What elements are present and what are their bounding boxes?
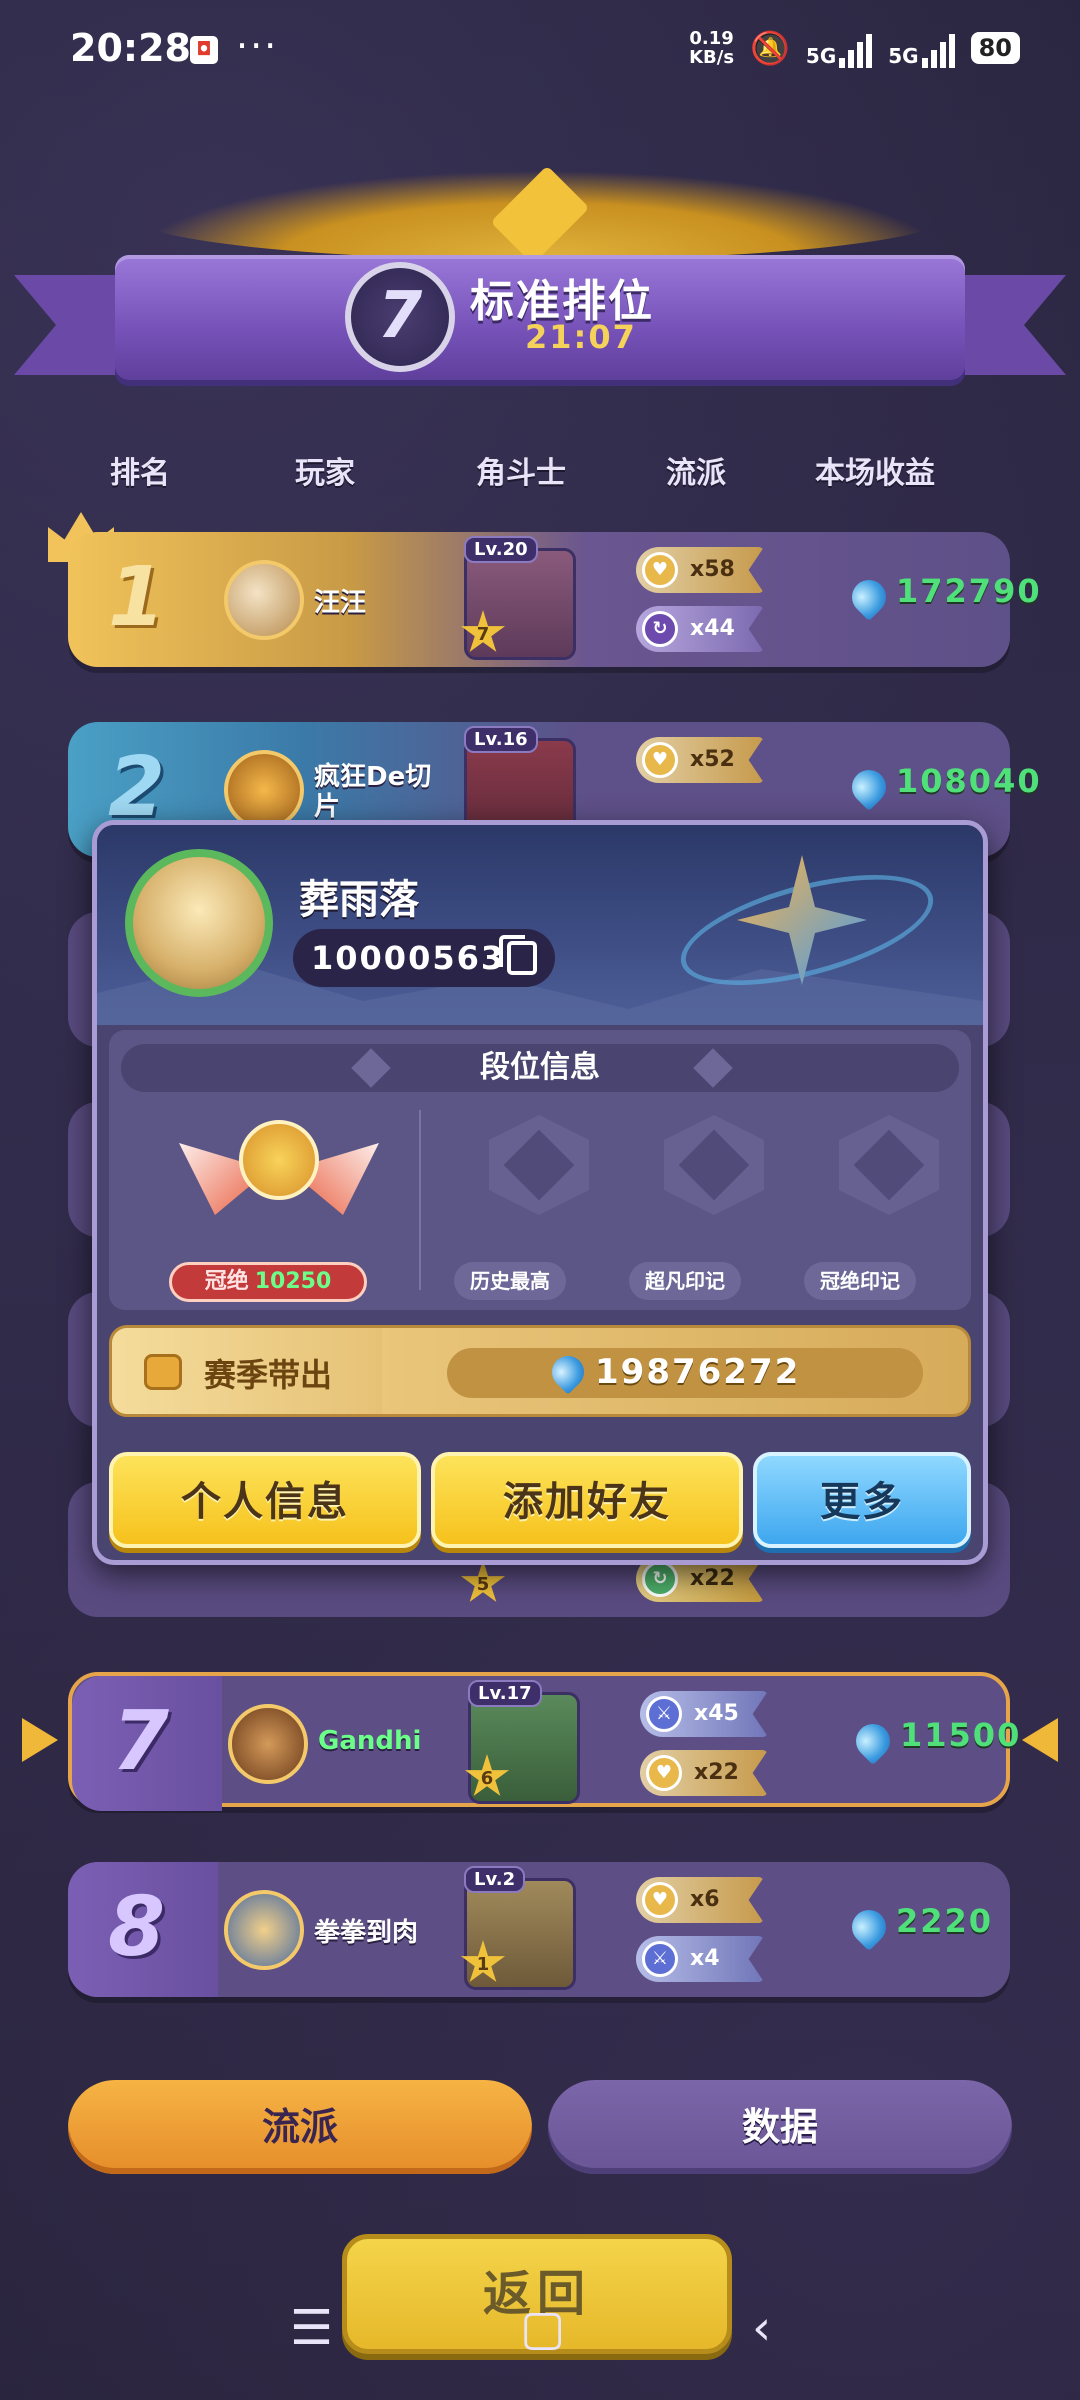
style-tag-gold[interactable]: ♥ x52 [636,737,764,783]
style-tag-blue[interactable]: ⚔ x45 [640,1691,768,1737]
popup-avatar [125,849,273,997]
status-bar: 20:28 ◘ ··· 0.19 KB/s 🔕 5G 5G 80 [0,0,1080,100]
blue-sword-icon: ⚔ [646,1696,682,1732]
gold-coin-icon: ♥ [642,742,678,778]
tab-style[interactable]: 流派 [68,2080,532,2174]
home-icon[interactable]: ▢ [520,2300,565,2356]
more-button[interactable]: 更多 [753,1452,971,1548]
player-avatar[interactable] [228,1704,308,1784]
gladiator-level: Lv.16 [464,726,538,753]
style-tag-purple[interactable]: ↻ x44 [636,606,764,652]
player-avatar[interactable] [224,560,304,640]
mute-icon: 🔕 [750,29,790,67]
back-nav-icon[interactable]: ‹ [752,2300,771,2356]
profile-button[interactable]: 个人信息 [109,1452,421,1548]
gem-icon [844,762,894,812]
popup-player-id: 10000563 [293,929,555,987]
rank-emblem-icon [179,1105,379,1245]
more-notifications-icon: ··· [236,24,279,68]
player-avatar[interactable] [224,1890,304,1970]
blue-sword-icon: ⚔ [642,1941,678,1977]
match-timer: 21:07 [525,318,637,356]
style-tag-gold[interactable]: ♥ x58 [636,547,764,593]
gem-icon [848,1716,898,1766]
player-name: Gandhi [318,1726,422,1756]
col-rank: 排名 [110,456,170,491]
player-name: 疯狂De切片 [314,762,432,822]
add-friend-button[interactable]: 添加好友 [431,1452,743,1548]
rank-number: 1 [108,550,166,645]
history-best-label: 历史最高 [454,1262,566,1300]
season-label: 赛季带出 [204,1356,333,1394]
income-value: 11500 [900,1716,1022,1754]
gem-icon [545,1349,591,1395]
gold-coin-icon: ♥ [642,1882,678,1918]
ranking-row-1[interactable]: 1 汪汪 Lv.20 7 ♥ x58 ↻ x44 172790 [68,532,1040,667]
divider [419,1110,421,1290]
system-nav-bar: ☰ ▢ ‹ [0,2300,1080,2380]
rank-info-title: 段位信息 [121,1044,959,1092]
gold-coin-icon: ♥ [646,1755,682,1791]
net-speed: 0.19 KB/s [689,28,735,68]
extra-mark-emblem-icon [649,1105,779,1245]
signal-2-icon: 5G [888,28,955,68]
style-tag-gold[interactable]: ♥ x6 [636,1877,764,1923]
rank-number: 8 [108,1880,166,1975]
peak-mark-label: 冠绝印记 [804,1262,916,1300]
popup-header: 葬雨落 10000563 [97,825,983,1025]
app-notification-icon: ◘ [190,36,218,64]
income-value: 172790 [896,572,1042,610]
history-best-emblem-icon [474,1105,604,1245]
signal-1-icon: 5G [806,28,873,68]
player-name: 拳拳到肉 [314,1918,419,1948]
player-info-popup: 葬雨落 10000563 段位信息 冠绝 10250 历史最高 超凡印记 冠绝印记… [92,820,988,1565]
round-badge: 7 [345,262,455,372]
gold-coin-icon: ♥ [642,552,678,588]
season-value: 19876272 [595,1352,801,1392]
current-rank-badge: 冠绝 10250 [169,1262,367,1302]
extra-mark-label: 超凡印记 [629,1262,741,1300]
style-tag-gold[interactable]: ♥ x22 [640,1750,768,1796]
status-icons: 0.19 KB/s 🔕 5G 5G 80 [689,28,1020,68]
column-headers: 排名 玩家 角斗士 流派 本场收益 [0,448,1080,492]
rank-info-panel: 段位信息 冠绝 10250 历史最高 超凡印记 冠绝印记 [109,1030,971,1310]
income-value: 2220 [896,1902,994,1940]
gladiator-level: Lv.2 [464,1866,526,1893]
style-tag-blue[interactable]: ⚔ x4 [636,1936,764,1982]
ranking-row-8[interactable]: 8 拳拳到肉 Lv.2 1 ♥ x6 ⚔ x4 2220 [68,1862,1010,1997]
player-avatar[interactable] [224,750,304,830]
battery-icon: 80 [970,32,1020,64]
ranking-row-7[interactable]: 7 Gandhi Lv.17 6 ⚔ x45 ♥ x22 11500 [68,1672,1019,1811]
income-value: 108040 [896,762,1042,800]
menu-icon[interactable]: ☰ [290,2300,333,2356]
rank-number: 7 [112,1694,170,1789]
popup-player-name: 葬雨落 [299,877,419,923]
col-income: 本场收益 [815,456,935,491]
tab-data[interactable]: 数据 [548,2080,1012,2174]
green-swirl-icon: ↻ [642,1561,678,1597]
status-time: 20:28 [70,26,191,70]
gem-icon [844,1902,894,1952]
gladiator-level: Lv.17 [468,1680,542,1707]
gladiator-level: Lv.20 [464,536,538,563]
purple-swirl-icon: ↻ [642,611,678,647]
col-gladiator: 角斗士 [476,456,566,491]
season-earnings-bar: 赛季带出 19876272 [109,1325,971,1417]
gem-icon [844,572,894,622]
copy-icon[interactable] [499,935,537,975]
star-icon: 5 [460,1560,506,1602]
player-name: 汪汪 [314,588,367,618]
season-value-box: 19876272 [447,1348,923,1398]
col-player: 玩家 [295,456,355,491]
money-bag-icon [144,1354,182,1390]
col-style: 流派 [666,456,726,491]
peak-mark-emblem-icon [824,1105,954,1245]
